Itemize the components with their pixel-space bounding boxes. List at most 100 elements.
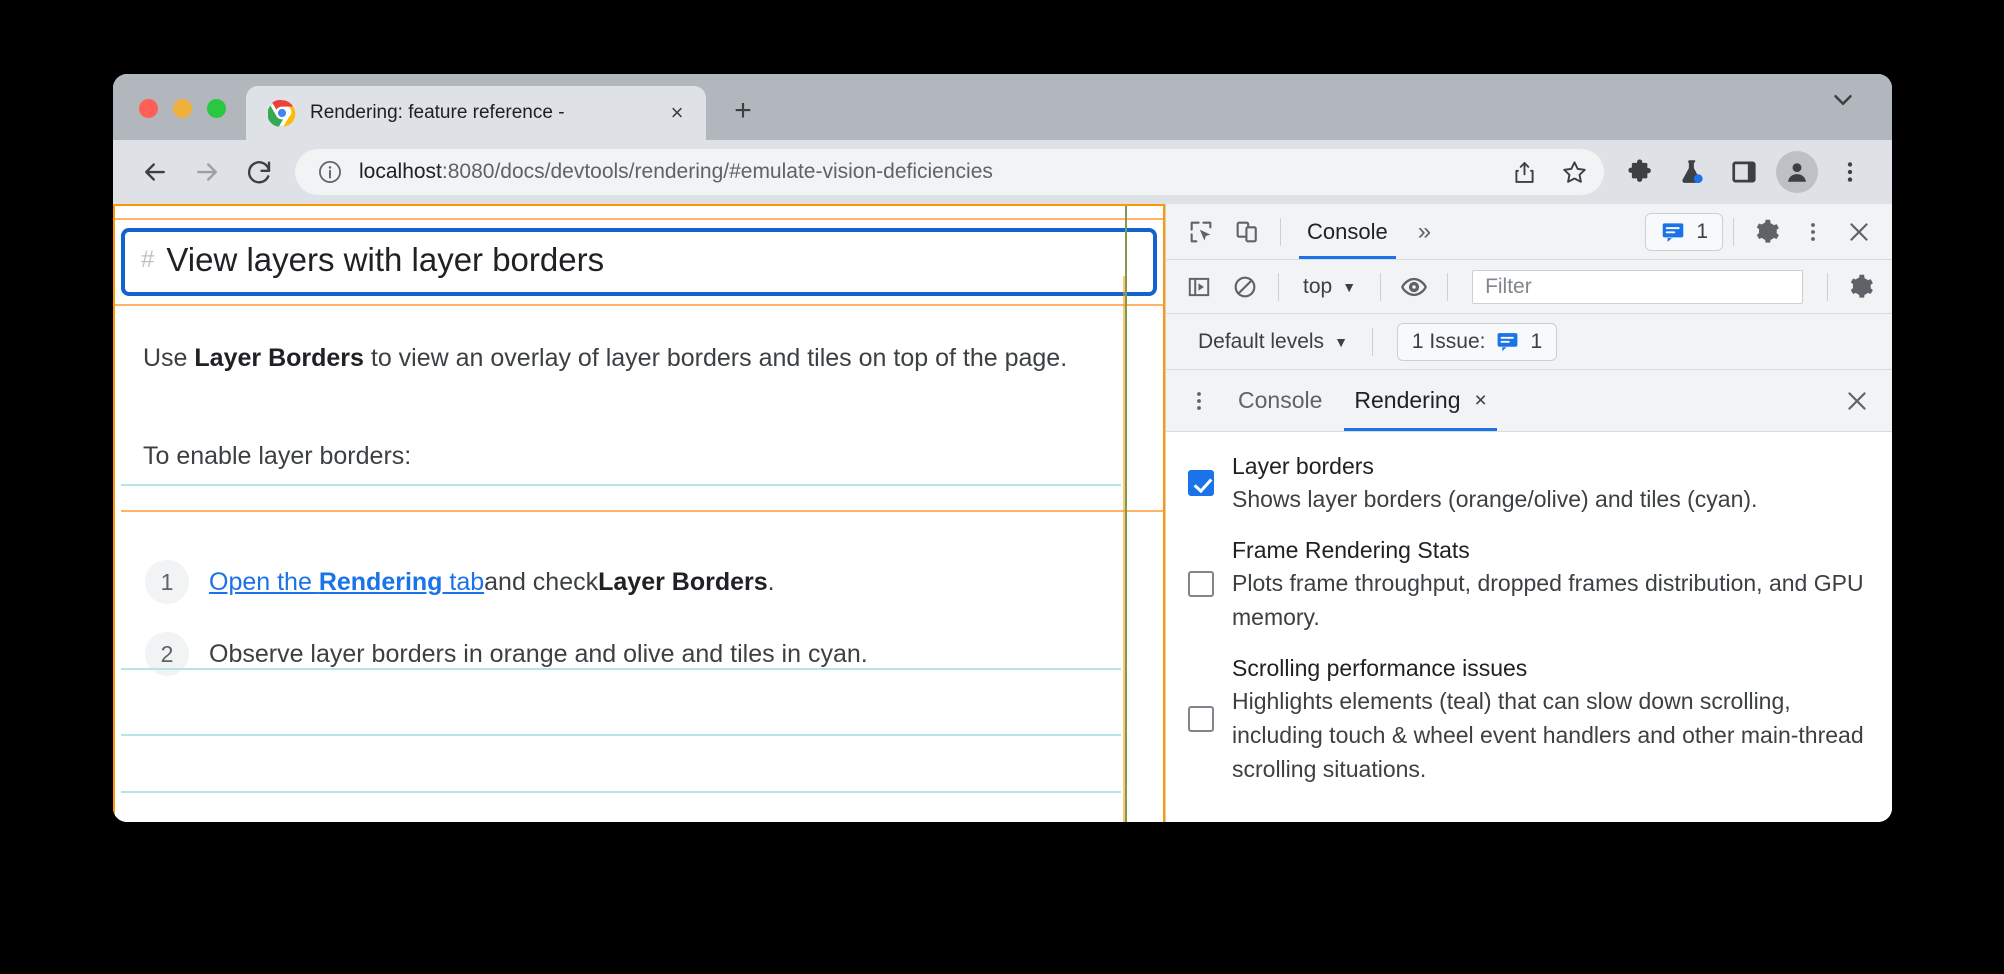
doc-content: # View layers with layer borders Use Lay…	[113, 218, 1165, 690]
url-text: localhost:8080/docs/devtools/rendering/#…	[359, 160, 1484, 184]
share-icon	[1514, 161, 1534, 183]
para-bold: Layer Borders	[194, 344, 364, 372]
log-levels-selector[interactable]: Default levels ▼	[1184, 324, 1362, 360]
layer-borders-checkbox[interactable]	[1188, 470, 1214, 496]
scrolling-performance-issues-text: Scrolling performance issues Highlights …	[1232, 652, 1874, 786]
intro-paragraph: Use Layer Borders to view an overlay of …	[143, 330, 1128, 386]
maximize-window-button[interactable]	[207, 99, 226, 118]
console-toolbar: top ▼ Filter	[1166, 260, 1892, 314]
rendering-option-layer-borders[interactable]: Layer borders Shows layer borders (orang…	[1188, 450, 1874, 516]
drawer-tab-close-button[interactable]: ×	[1475, 389, 1487, 413]
tab-strip: Rendering: feature reference - × +	[113, 74, 1892, 140]
device-toolbar-button[interactable]	[1224, 210, 1270, 254]
three-dots-vertical-icon	[1847, 162, 1853, 182]
enable-paragraph-block: To enable layer borders:	[121, 398, 1163, 512]
address-bar[interactable]: localhost:8080/docs/devtools/rendering/#…	[295, 149, 1604, 195]
browser-menu-button[interactable]	[1826, 148, 1874, 196]
chevron-down-icon	[1834, 95, 1852, 105]
chrome-logo-icon	[268, 100, 296, 127]
console-settings-button[interactable]	[1838, 265, 1884, 309]
console-context-selector[interactable]: top ▼	[1289, 269, 1370, 305]
frame-rendering-stats-checkbox[interactable]	[1188, 571, 1214, 597]
close-icon	[1848, 391, 1866, 410]
side-panel-button[interactable]	[1720, 148, 1768, 196]
side-panel-icon	[1732, 161, 1756, 183]
window-controls	[113, 99, 246, 140]
tab-close-button[interactable]: ×	[662, 98, 692, 128]
live-expression-button[interactable]	[1391, 265, 1437, 309]
option-description: Plots frame throughput, dropped frames d…	[1232, 570, 1864, 630]
bookmark-button[interactable]	[1550, 149, 1598, 195]
step1-after-pre: and check	[484, 567, 599, 596]
share-button[interactable]	[1500, 149, 1548, 195]
forward-arrow-icon	[197, 163, 217, 181]
drawer-tab-console[interactable]: Console	[1222, 371, 1338, 431]
url-path: :8080/docs/devtools/rendering/#emulate-v…	[441, 160, 993, 183]
drawer-tab-label: Console	[1238, 387, 1323, 413]
devtools-settings-button[interactable]	[1744, 210, 1790, 254]
experiments-button[interactable]	[1668, 148, 1716, 196]
console-sidebar-toggle[interactable]	[1176, 265, 1222, 309]
devtools-close-button[interactable]	[1836, 210, 1882, 254]
rendering-option-frame-rendering-stats[interactable]: Frame Rendering Stats Plots frame throug…	[1188, 534, 1874, 634]
more-tabs-button[interactable]: »	[1404, 218, 1445, 246]
flask-icon	[1682, 160, 1703, 183]
rendering-option-scrolling-performance-issues[interactable]: Scrolling performance issues Highlights …	[1188, 652, 1874, 786]
option-description: Shows layer borders (orange/olive) and t…	[1232, 486, 1758, 512]
scrolling-performance-issues-checkbox[interactable]	[1188, 706, 1214, 732]
console-filter-input[interactable]: Filter	[1472, 269, 1803, 304]
para-pre: Use	[143, 344, 195, 372]
gear-icon	[1850, 274, 1873, 298]
chevron-down-icon: ▼	[1342, 278, 1357, 295]
list-item: Open the Rendering tab and check Layer B…	[209, 546, 1165, 618]
tab-console[interactable]: Console	[1291, 205, 1404, 259]
reload-button[interactable]	[235, 148, 283, 196]
tile-border-cyan	[121, 791, 1121, 793]
profile-button[interactable]	[1776, 151, 1818, 193]
issues-counter-button[interactable]: 1	[1645, 212, 1723, 251]
drawer-close-button[interactable]	[1834, 379, 1880, 423]
rendering-tab-link[interactable]: Open the Rendering tab	[209, 568, 484, 597]
rendering-settings-panel: Layer borders Shows layer borders (orang…	[1166, 432, 1892, 822]
screenshot-root: Rendering: feature reference - × + local…	[0, 0, 2004, 974]
info-circle-icon[interactable]	[317, 159, 343, 185]
tile-border-cyan	[121, 734, 1121, 736]
drawer-menu-button[interactable]	[1176, 379, 1222, 423]
console-context-value: top	[1303, 274, 1333, 298]
page-heading-layer: # View layers with layer borders	[121, 228, 1157, 296]
link-pre: Open the	[209, 567, 319, 596]
list-item: Observe layer borders in orange and oliv…	[209, 618, 1165, 690]
url-host: localhost	[359, 160, 442, 183]
issues-count: 1	[1696, 219, 1708, 243]
back-button[interactable]	[131, 148, 179, 196]
new-tab-button[interactable]: +	[720, 88, 766, 134]
reload-icon	[248, 161, 271, 184]
clear-console-button[interactable]	[1222, 265, 1268, 309]
issue-message-icon	[1498, 333, 1518, 352]
devtools-panel: Console » 1 top ▼ Filter Default levels …	[1165, 204, 1892, 822]
issues-summary-count: 1	[1530, 329, 1543, 353]
heading-anchor-hash[interactable]: #	[141, 246, 154, 274]
close-icon	[1850, 222, 1868, 241]
issues-summary-button[interactable]: 1 Issue: 1	[1396, 322, 1558, 361]
close-window-button[interactable]	[139, 99, 158, 118]
devtools-more-button[interactable]	[1790, 210, 1836, 254]
drawer-tab-rendering[interactable]: Rendering ×	[1338, 371, 1502, 431]
minimize-window-button[interactable]	[173, 99, 192, 118]
frame-rendering-stats-text: Frame Rendering Stats Plots frame throug…	[1232, 534, 1874, 634]
option-description: Highlights elements (teal) that can slow…	[1232, 688, 1864, 782]
clear-console-icon	[1234, 276, 1256, 297]
enable-paragraph: To enable layer borders:	[143, 442, 412, 470]
para-post: to view an overlay of layer borders and …	[363, 344, 1068, 372]
console-levels-row: Default levels ▼ 1 Issue: 1	[1166, 314, 1892, 370]
tabstrip-chevron-button[interactable]	[1828, 85, 1892, 140]
extensions-button[interactable]	[1616, 148, 1664, 196]
layer-borders-text: Layer borders Shows layer borders (orang…	[1232, 450, 1757, 516]
browser-tab[interactable]: Rendering: feature reference - ×	[246, 86, 706, 140]
drawer-tab-label: Rendering	[1354, 387, 1461, 413]
issue-message-icon	[1663, 222, 1684, 242]
inspect-element-button[interactable]	[1178, 210, 1224, 254]
option-title: Layer borders	[1232, 453, 1374, 479]
forward-button[interactable]	[183, 148, 231, 196]
step1-after-bold: Layer Borders	[598, 567, 768, 596]
